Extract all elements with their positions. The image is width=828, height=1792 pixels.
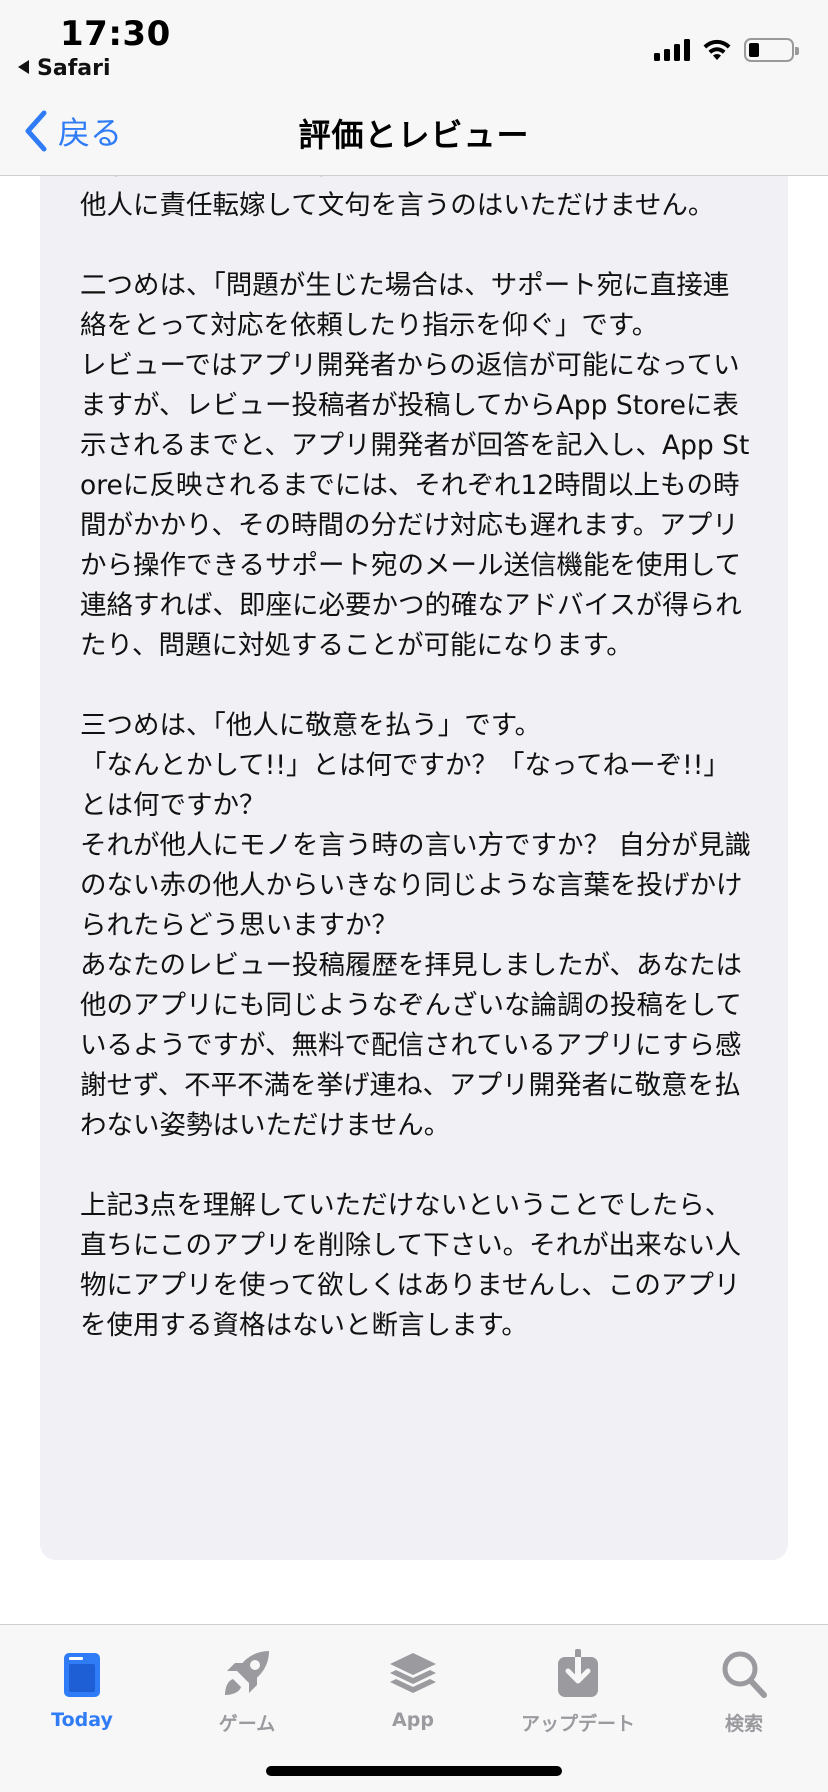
layers-icon	[390, 1653, 436, 1693]
cellular-signal-icon	[654, 39, 690, 61]
back-app-label: Safari	[37, 56, 111, 81]
app-store-review-screen: 17:30 Safari 戻る 評価とレビュー 他人に責任転嫁して文句を言うのは…	[0, 0, 828, 1792]
navigation-bar: 戻る 評価とレビュー	[0, 88, 828, 176]
download-icon	[558, 1649, 598, 1697]
tab-updates-label: アップデート	[520, 1713, 635, 1735]
page-title: 評価とレビュー	[298, 116, 530, 154]
status-time: 17:30	[60, 14, 171, 54]
tab-search[interactable]: 検索	[674, 1639, 814, 1736]
review-card: 表示されているにも関わらず、やるべきことをやらずに他人に責任転嫁して文句を言うの…	[40, 176, 788, 1560]
review-body-text: 表示されているにも関わらず、やるべきことをやらずに他人に責任転嫁して文句を言うの…	[80, 176, 751, 1341]
home-indicator[interactable]	[266, 1766, 562, 1776]
search-icon	[722, 1651, 767, 1698]
today-icon	[64, 1653, 100, 1697]
tab-apps-label: App	[392, 1709, 434, 1731]
back-to-safari-link[interactable]: Safari	[18, 56, 111, 81]
tab-search-label: 検索	[724, 1713, 763, 1735]
rocket-icon	[225, 1651, 269, 1695]
tab-today-label: Today	[51, 1709, 113, 1731]
review-scroll-area[interactable]: 表示されているにも関わらず、やるべきことをやらずに他人に責任転嫁して文句を言うの…	[0, 176, 828, 1624]
tab-updates[interactable]: アップデート	[508, 1639, 648, 1736]
tab-games-label: ゲーム	[218, 1713, 276, 1735]
back-triangle-icon	[18, 60, 29, 74]
tab-games[interactable]: ゲーム	[177, 1639, 317, 1736]
battery-icon	[744, 38, 799, 62]
wifi-icon	[703, 39, 731, 60]
tab-today[interactable]: Today	[12, 1639, 152, 1731]
tab-apps[interactable]: App	[343, 1639, 483, 1731]
status-bar: 17:30 Safari	[0, 0, 828, 88]
status-indicators	[654, 36, 799, 64]
